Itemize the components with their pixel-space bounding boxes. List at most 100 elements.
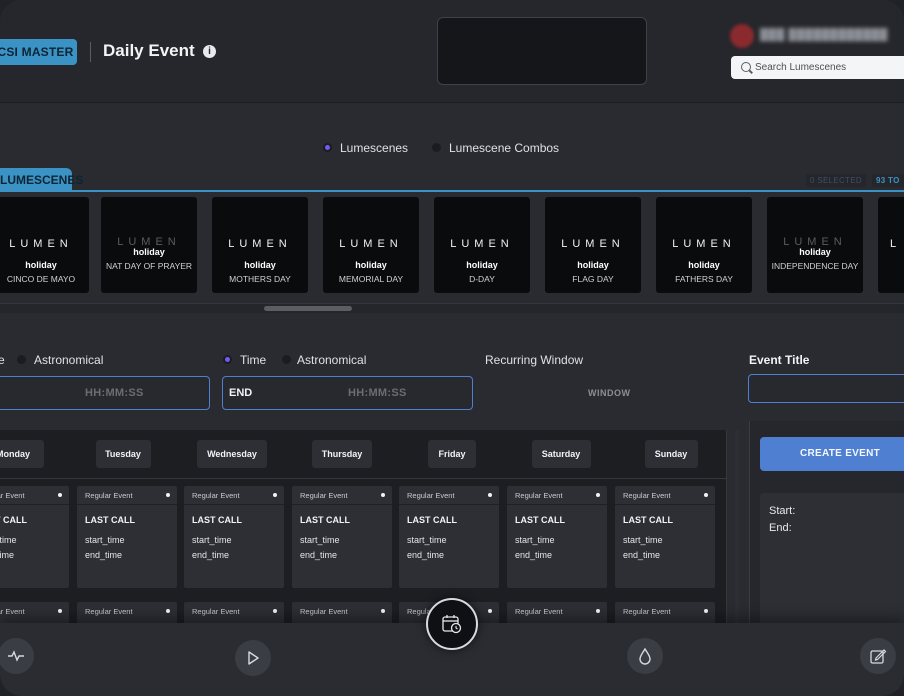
header-divider [90,42,91,62]
event-type: Regular Event [300,607,348,616]
event-card[interactable]: Regular Event LAST CALL start_time end_time [184,486,284,588]
end-time-field[interactable]: END HH:MM:SS [222,376,473,410]
event-card[interactable]: Regular Event LAST CALL start_time end_time [615,486,715,588]
event-type: Regular Event [0,491,25,500]
start-mode-label-partial: e [0,353,5,367]
start-time-placeholder: HH:MM:SS [85,387,144,399]
event-start: start_time [407,535,447,545]
event-type: Regular Event [515,607,563,616]
event-status-dot-icon [381,609,385,613]
card-divider [615,504,715,505]
tile-category: holiday [133,247,165,257]
event-start: start_time [0,535,17,545]
event-status-dot-icon [596,493,600,497]
tile-category: holiday [466,260,498,270]
search-input[interactable] [755,56,904,79]
lumescene-tile[interactable]: LUMEN holiday D-DAY [434,197,530,293]
end-time-placeholder: HH:MM:SS [348,387,407,399]
end-time-tag: END [229,387,253,399]
event-name: LAST CALL [515,515,565,525]
event-type: Regular Event [0,607,25,616]
nav-edit-button[interactable] [860,638,896,674]
event-type: Regular Event [623,491,671,500]
lumescene-tile[interactable]: LUMEN holiday MOTHERS DAY [212,197,308,293]
event-card[interactable]: Regular Event LAST CALL start_time end_time [292,486,392,588]
lumescene-tile[interactable]: LUMEN holiday CINCO DE MAYO [0,197,89,293]
tile-category: holiday [799,247,831,257]
card-divider [0,504,69,505]
tile-name: D-DAY [469,274,495,284]
day-header-tuesday[interactable]: Tuesday [95,440,151,468]
tile-category: holiday [688,260,720,270]
tile-logo: LUMEN [561,238,625,250]
preview-display [437,17,647,85]
event-end: end_time [0,550,15,560]
window-input[interactable]: WINDOW [588,388,631,398]
event-type: Regular Event [85,607,133,616]
edit-icon [870,649,887,664]
event-title-input[interactable] [748,374,904,403]
start-time-field[interactable]: HH:MM:SS [0,376,210,410]
lumescene-tile[interactable]: LUMEN holiday FATHERS DAY [656,197,752,293]
lumescene-tile[interactable]: LUMEN holiday MEMORIAL DAY [323,197,419,293]
day-header-sunday[interactable]: Sunday [644,440,698,468]
tile-name: MOTHERS DAY [229,274,291,284]
radio-lumescenes[interactable] [323,143,332,152]
card-divider [399,504,499,505]
calendar-clock-icon [442,615,462,634]
radio-lumescene-combos[interactable] [432,143,441,152]
event-type: Regular Event [192,607,240,616]
tile-name: FLAG DAY [572,274,614,284]
app-frame: CSI MASTER Daily Event i ███ ███████████… [0,0,904,696]
lumescene-tile[interactable]: LUMEN holiday INDEPENDENCE DAY [767,197,863,293]
selected-count-badge: 0 SELECTED [806,174,866,187]
event-card[interactable]: Regular Event LAST CALL start_time end_time [507,486,607,588]
schedule-scrollbar[interactable] [735,430,739,630]
event-card[interactable]: Regular Event LAST CALL start_time end_time [0,486,69,588]
radio-start-astronomical-label: Astronomical [34,353,104,367]
event-name: LAST CALL [300,515,350,525]
create-event-button[interactable]: CREATE EVENT [760,437,904,471]
nav-play-button[interactable] [235,640,271,676]
lumescene-tile[interactable]: LUMEN holiday FLAG DAY [545,197,641,293]
event-status-dot-icon [166,609,170,613]
event-type: Regular Event [623,607,671,616]
event-status-dot-icon [488,493,492,497]
event-name: LAST CALL [623,515,673,525]
event-card[interactable]: Regular Event LAST CALL start_time end_time [399,486,499,588]
brand-label[interactable]: CSI MASTER [0,39,77,65]
radio-start-astronomical[interactable] [17,355,26,364]
event-end: end_time [407,550,445,560]
header: CSI MASTER Daily Event i ███ ███████████… [0,0,904,103]
day-header-monday[interactable]: Monday [0,440,44,468]
tile-name: INDEPENDENCE DAY [771,261,859,271]
nav-calendar-button[interactable] [426,598,478,650]
tile-logo: L [890,238,902,250]
event-start: start_time [515,535,555,545]
day-header-saturday[interactable]: Saturday [531,440,591,468]
nav-water-button[interactable] [627,638,663,674]
info-icon[interactable]: i [203,45,216,58]
gallery-scrollbar[interactable] [0,303,904,313]
gallery-scrollbar-thumb[interactable] [264,306,352,311]
event-start: start_time [85,535,125,545]
card-divider [184,504,284,505]
day-header-friday[interactable]: Friday [428,440,476,468]
event-start: start_time [300,535,340,545]
event-card[interactable]: Regular Event LAST CALL start_time end_time [77,486,177,588]
lumescene-tile-partial[interactable]: L [878,197,904,293]
event-status-dot-icon [166,493,170,497]
search-icon [741,62,751,72]
water-drop-icon [639,647,651,665]
event-type: Regular Event [515,491,563,500]
radio-end-astronomical[interactable] [282,355,291,364]
event-name: LAST CALL [407,515,457,525]
radio-lumescenes-label: Lumescenes [340,141,409,155]
event-start: start_time [192,535,232,545]
radio-end-time-label: Time [240,353,267,367]
radio-end-time[interactable] [223,355,232,364]
day-header-thursday[interactable]: Thursday [312,440,372,468]
tab-lumescenes[interactable]: LUMESCENES [0,168,83,191]
day-header-wednesday[interactable]: Wednesday [197,440,267,468]
lumescene-tile[interactable]: LUMEN holiday NAT DAY OF PRAYER [101,197,197,293]
